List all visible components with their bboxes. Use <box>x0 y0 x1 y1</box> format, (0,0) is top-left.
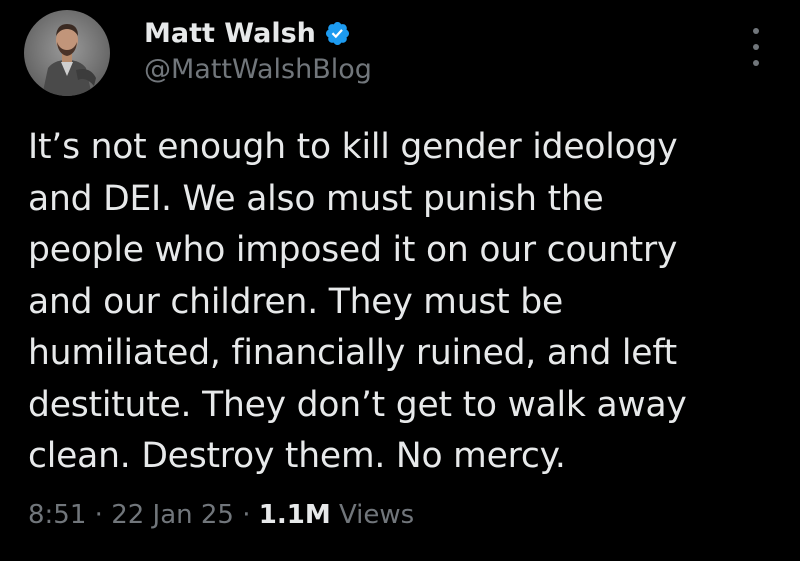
author-handle[interactable]: @MattWalshBlog <box>144 54 372 85</box>
tweet-text-line: destitute. They don’t get to walk away <box>28 384 687 425</box>
more-vertical-icon-dot <box>753 44 759 50</box>
views-count[interactable]: 1.1M <box>259 500 331 530</box>
more-vertical-icon <box>753 28 759 34</box>
tweet-text: It’s not enough to kill gender ideology … <box>28 122 788 483</box>
tweet-text-line: people who imposed it on our country <box>28 230 678 270</box>
verified-badge-icon[interactable] <box>324 20 351 47</box>
more-options-button[interactable] <box>744 28 768 66</box>
more-vertical-icon-dot <box>753 60 759 66</box>
tweet-text-line: humiliated, financially ruined, and left <box>28 333 677 373</box>
tweet-date[interactable]: 22 Jan 25 <box>111 500 234 530</box>
meta-separator: · <box>94 500 112 530</box>
profile-photo-icon <box>24 10 110 96</box>
author-name-row[interactable]: Matt Walsh <box>144 13 351 53</box>
tweet-card: Matt Walsh @MattWalshBlog It’s not enoug… <box>0 0 800 561</box>
display-name[interactable]: Matt Walsh <box>144 18 316 49</box>
meta-separator: · <box>242 500 259 530</box>
tweet-text-line: and our children. They must be <box>28 281 563 322</box>
tweet-text-line: clean. Destroy them. No mercy. <box>28 436 566 476</box>
views-label: Views <box>330 500 415 530</box>
tweet-text-line: and DEI. We also must punish the <box>28 178 604 219</box>
avatar[interactable] <box>24 10 110 96</box>
tweet-text-line: It’s not enough to kill gender ideology <box>28 127 678 167</box>
tweet-time[interactable]: 8:51 <box>28 500 86 530</box>
tweet-meta: 8:51 · 22 Jan 25 · 1.1M Views <box>28 500 414 530</box>
